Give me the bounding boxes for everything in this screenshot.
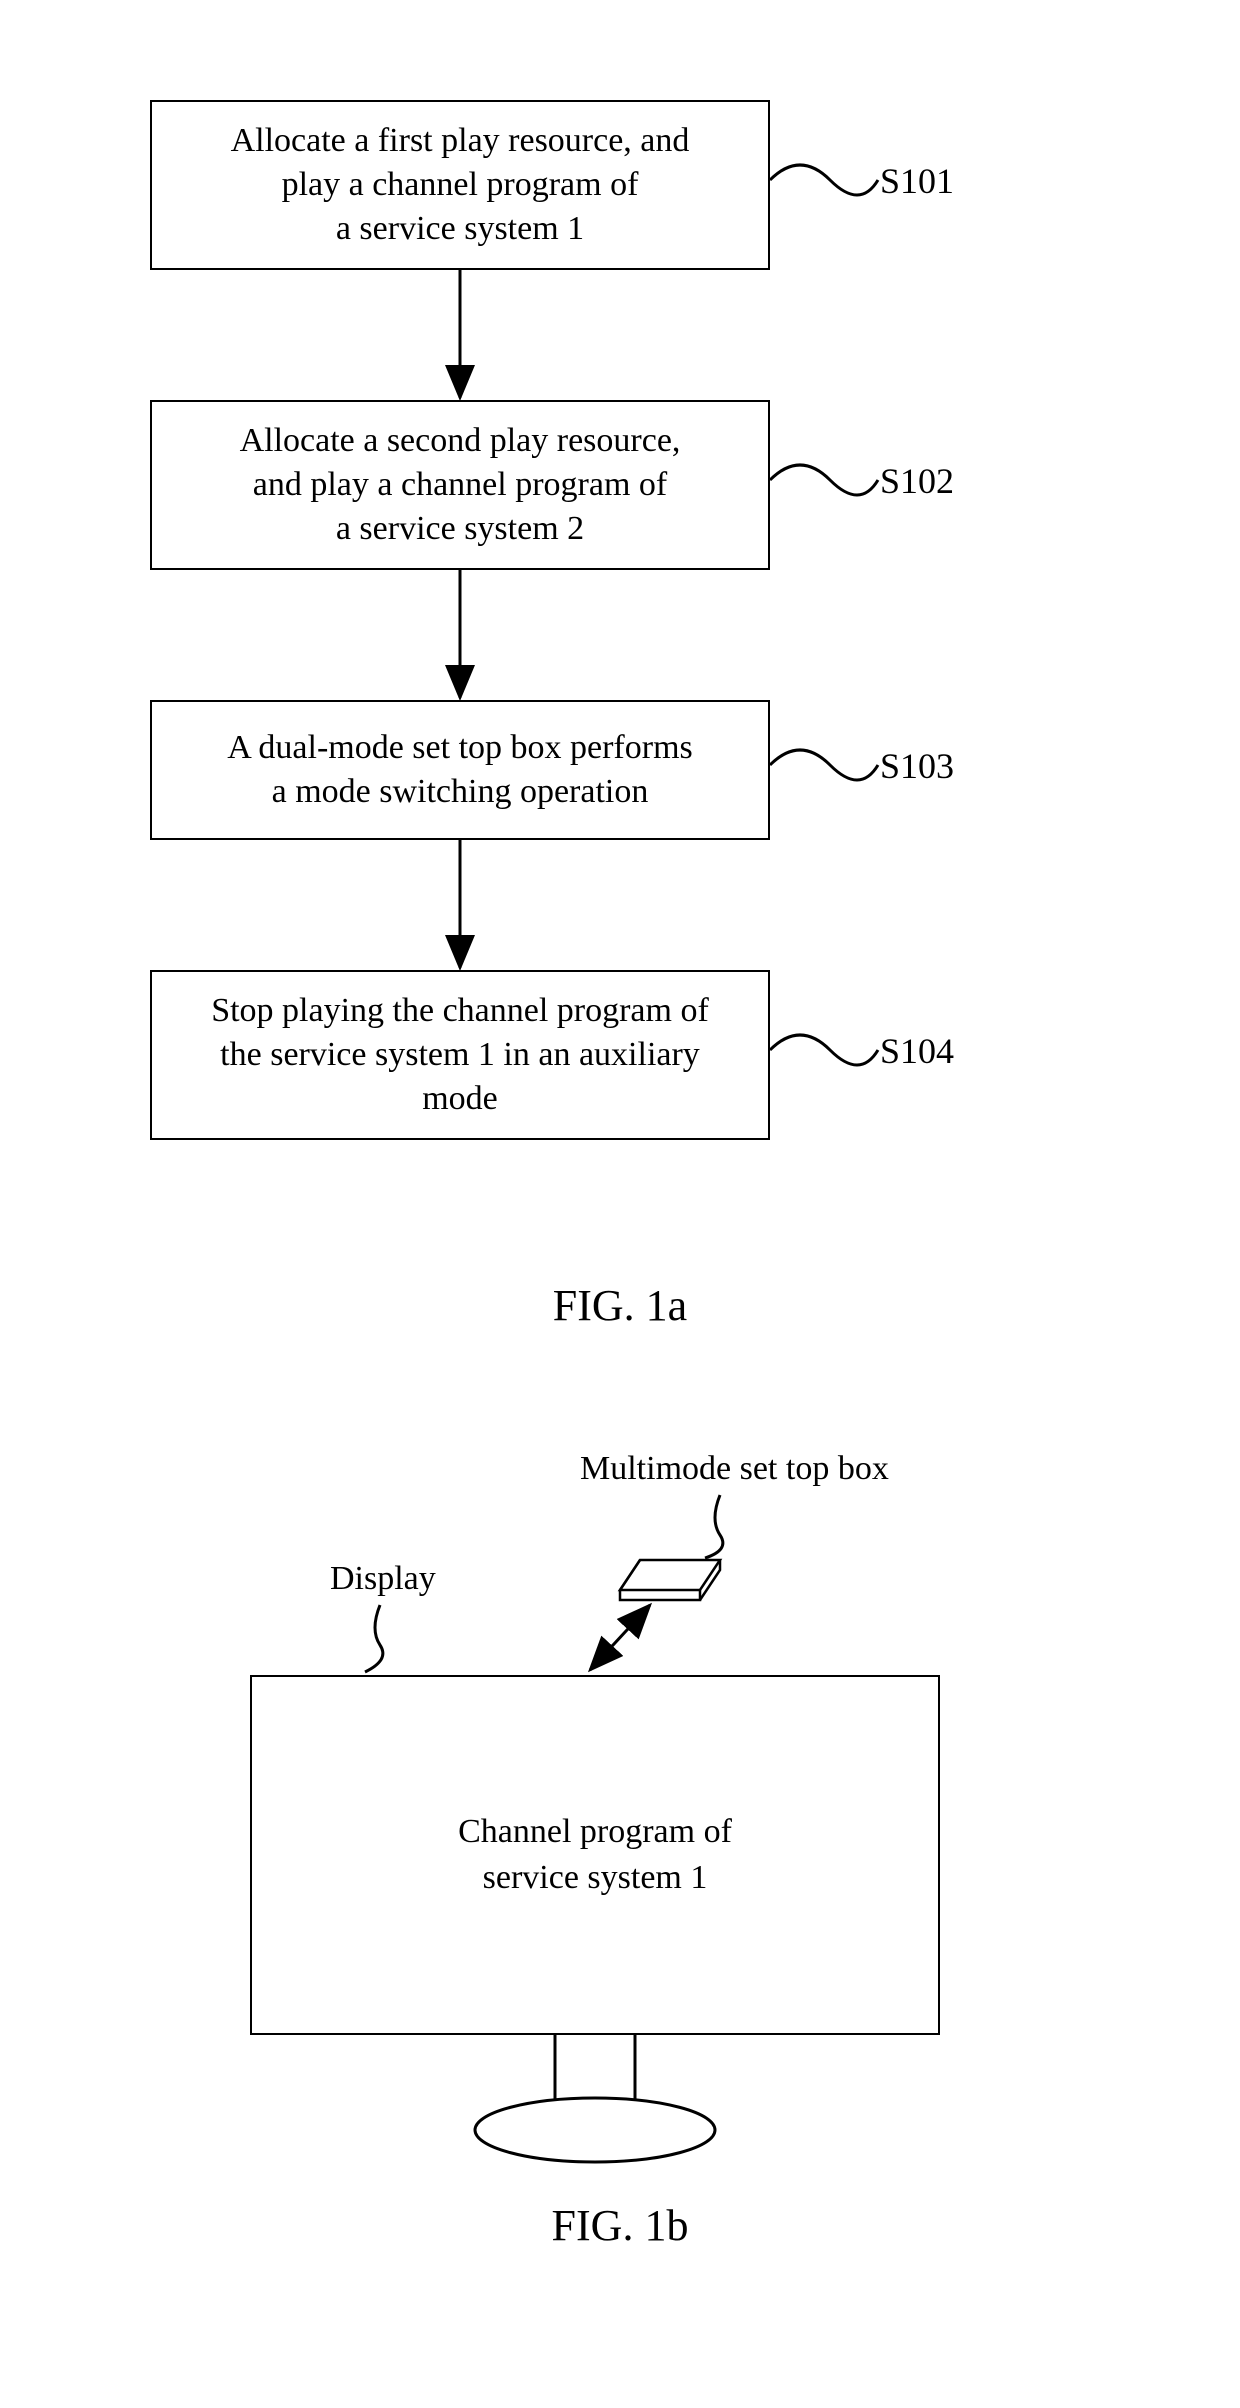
flow-step-3-id: S103	[880, 745, 954, 787]
squiggle-stb	[705, 1495, 723, 1558]
display-screen: Channel program ofservice system 1	[250, 1675, 940, 2035]
flow-step-2: Allocate a second play resource,and play…	[150, 400, 770, 570]
squiggle-s102	[770, 465, 878, 495]
stb-display-arrow	[590, 1605, 650, 1670]
flow-step-1-id: S101	[880, 160, 954, 202]
svg-overlay	[0, 0, 1240, 2408]
flow-step-4: Stop playing the channel program ofthe s…	[150, 970, 770, 1140]
fig1b-caption: FIG. 1b	[0, 2200, 1240, 2251]
squiggle-s104	[770, 1035, 878, 1065]
fig1a-caption: FIG. 1a	[0, 1280, 1240, 1331]
flow-step-3: A dual-mode set top box performsa mode s…	[150, 700, 770, 840]
diagram-canvas: Allocate a first play resource, andplay …	[0, 0, 1240, 2408]
stand-base	[475, 2098, 715, 2162]
flow-step-3-text: A dual-mode set top box performsa mode s…	[227, 726, 693, 814]
display-screen-text: Channel program ofservice system 1	[458, 1809, 732, 1901]
squiggle-s101	[770, 165, 878, 195]
display-label: Display	[330, 1560, 436, 1598]
flow-step-1: Allocate a first play resource, andplay …	[150, 100, 770, 270]
squiggle-display	[365, 1605, 383, 1672]
flow-step-4-text: Stop playing the channel program ofthe s…	[211, 989, 709, 1122]
flow-step-2-text: Allocate a second play resource,and play…	[240, 419, 681, 552]
squiggle-s103	[770, 750, 878, 780]
flow-step-4-id: S104	[880, 1030, 954, 1072]
stb-icon	[620, 1560, 720, 1600]
flow-step-2-id: S102	[880, 460, 954, 502]
flow-step-1-text: Allocate a first play resource, andplay …	[231, 119, 690, 252]
stb-label: Multimode set top box	[580, 1450, 889, 1488]
